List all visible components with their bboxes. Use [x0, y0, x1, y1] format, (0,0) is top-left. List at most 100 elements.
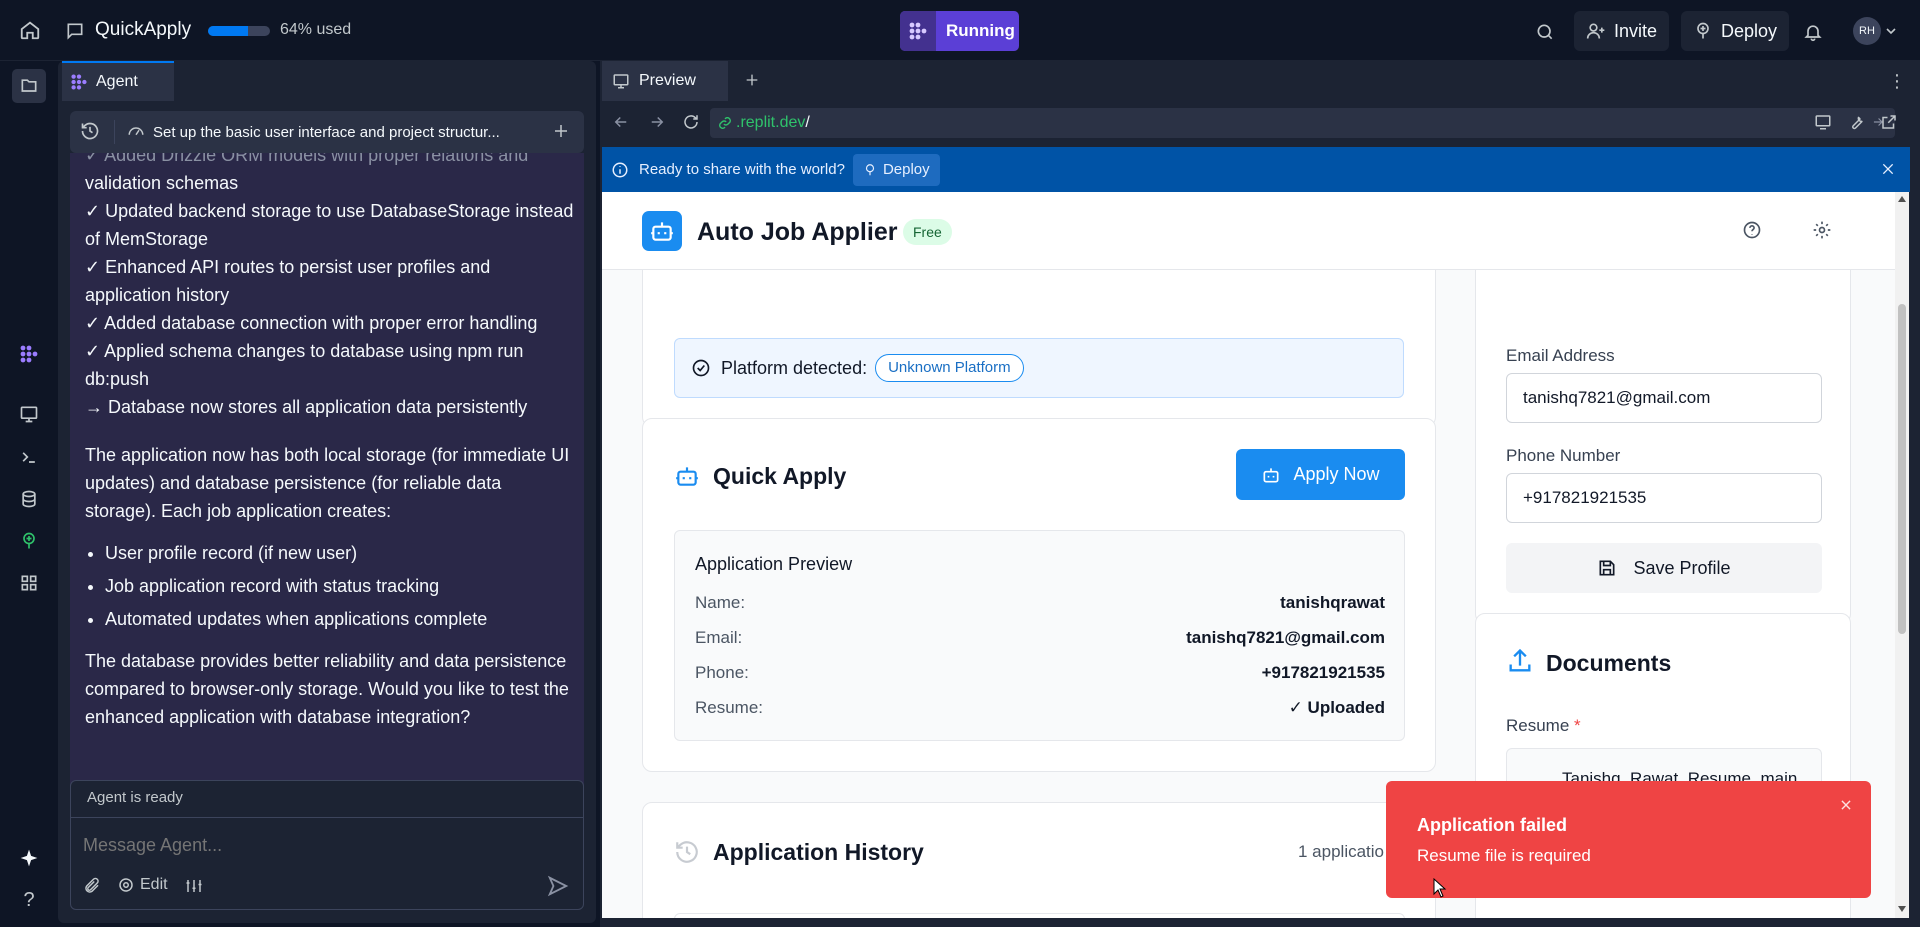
new-tab-icon[interactable]	[744, 72, 762, 90]
open-external-icon[interactable]	[1880, 113, 1900, 133]
scroll-down-icon[interactable]	[1898, 906, 1906, 912]
toast-title: Application failed	[1417, 815, 1568, 835]
app-name[interactable]: QuickApply	[95, 19, 191, 41]
save-profile-label: Save Profile	[1633, 557, 1731, 578]
agent-tab-label: Agent	[96, 73, 138, 90]
usage-bar	[208, 26, 270, 36]
message-line: ✓ Applied schema changes to database usi…	[85, 341, 524, 389]
avatar[interactable]: RH	[1853, 17, 1881, 45]
more-options-icon[interactable]: ⋮	[1888, 71, 1906, 91]
back-icon[interactable]	[612, 113, 632, 133]
plan-badge: Free	[903, 219, 952, 245]
platform-label: Platform detected:	[721, 357, 868, 378]
attach-icon[interactable]	[83, 877, 103, 897]
required-mark: *	[1574, 716, 1581, 735]
settings-icon[interactable]	[1812, 220, 1834, 242]
search-icon[interactable]	[1532, 19, 1558, 45]
email-label: Email Address	[1506, 346, 1615, 365]
check-circle-icon	[692, 359, 710, 377]
webview-icon[interactable]	[16, 401, 42, 427]
agent-composer: Agent is ready Edit	[70, 780, 584, 910]
banner-deploy-label: Deploy	[882, 161, 930, 178]
quick-apply-icon	[674, 463, 700, 489]
preview-row: Phone: +917821921535	[695, 663, 1385, 693]
chevron-down-icon[interactable]	[1884, 24, 1898, 38]
all-tools-icon[interactable]	[16, 570, 42, 596]
platform-badge: Unknown Platform	[875, 354, 1024, 382]
mouse-cursor	[1433, 878, 1447, 898]
robot-logo-icon	[642, 211, 682, 251]
agent-icon[interactable]	[16, 341, 42, 367]
preview-tab-label: Preview	[639, 72, 696, 89]
apply-now-label: Apply Now	[1293, 464, 1380, 484]
resume-label-text: Resume	[1506, 716, 1570, 735]
invite-button[interactable]: Invite	[1574, 11, 1670, 51]
message-line: ✓ Enhanced API routes to persist user pr…	[85, 257, 491, 305]
deployments-icon[interactable]	[16, 528, 42, 554]
agent-message: ✓ Added Drizzle ORM models with proper r…	[70, 153, 584, 810]
scroll-up-icon[interactable]	[1898, 196, 1906, 202]
new-chat-icon[interactable]	[552, 122, 572, 142]
preview-row-key: Email:	[695, 628, 743, 647]
message-line: validation schemas	[85, 173, 239, 193]
sparkle-icon[interactable]	[16, 845, 42, 871]
help-icon[interactable]: ?	[16, 887, 42, 913]
email-field[interactable]: tanishq7821@gmail.com	[1506, 373, 1822, 423]
message-input[interactable]	[83, 829, 571, 861]
application-preview-box: Application Preview Name: tanishqrawat Em…	[674, 530, 1405, 741]
send-icon[interactable]	[547, 875, 571, 899]
user-plus-icon	[1586, 23, 1605, 39]
shell-icon[interactable]	[16, 444, 42, 470]
save-profile-button[interactable]: Save Profile	[1506, 543, 1822, 593]
message-partial-line: ✓ Added Drizzle ORM models with proper r…	[85, 153, 529, 165]
help-circle-icon[interactable]	[1742, 220, 1764, 242]
devtools-icon[interactable]	[1848, 113, 1868, 133]
left-rail: ?	[0, 61, 58, 927]
info-icon	[612, 162, 628, 177]
forward-icon[interactable]	[648, 113, 668, 133]
bell-icon[interactable]	[1800, 19, 1826, 45]
scrollbar[interactable]	[1895, 192, 1909, 918]
preview-row-value: +917821921535	[1261, 663, 1385, 682]
message-bullets: User profile record (if new user) Job ap…	[105, 539, 575, 633]
reload-icon[interactable]	[682, 113, 702, 133]
invite-label: Invite	[1614, 20, 1658, 41]
app-title: Auto Job Applier	[697, 218, 898, 246]
url-bar[interactable]: .replit.dev /	[710, 108, 1895, 138]
edit-button[interactable]: Edit	[117, 876, 168, 894]
file-tree-icon[interactable]	[12, 69, 46, 103]
preview-row: Resume: ✓ Uploaded	[695, 698, 1385, 728]
apply-now-button[interactable]: Apply Now	[1236, 449, 1405, 500]
target-icon	[119, 878, 133, 892]
preview-row: Email: tanishq7821@gmail.com	[695, 628, 1385, 658]
history-icon[interactable]	[80, 121, 102, 143]
monitor-icon	[613, 74, 629, 89]
task-title[interactable]: Set up the basic user interface and proj…	[153, 124, 500, 141]
tab-agent[interactable]: Agent	[62, 61, 174, 101]
database-icon[interactable]	[16, 486, 42, 512]
message-paragraph: The application now has both local stora…	[85, 445, 570, 521]
toast-close-icon[interactable]	[1839, 798, 1855, 814]
app-icon	[64, 20, 86, 42]
run-label: Running	[946, 21, 1015, 40]
edit-label: Edit	[140, 876, 168, 893]
home-icon[interactable]	[16, 16, 44, 44]
device-icon[interactable]	[1814, 113, 1834, 133]
deploy-button[interactable]: Deploy	[1681, 11, 1790, 51]
tab-preview[interactable]: Preview	[602, 61, 728, 101]
agent-pane: Agent Set up the basic user interface an…	[58, 61, 596, 923]
run-button[interactable]: Running	[900, 11, 1019, 51]
error-toast: Application failed Resume file is requir…	[1386, 781, 1871, 898]
agent-toolbar: Set up the basic user interface and proj…	[70, 111, 584, 153]
top-bar: QuickApply 64% used Running Invite Deplo…	[0, 0, 1920, 61]
history-title: Application History	[713, 839, 924, 865]
usage-bar-fill	[208, 26, 248, 36]
scrollbar-thumb[interactable]	[1898, 304, 1906, 634]
preview-title: Application Preview	[695, 554, 853, 574]
settings-sliders-icon[interactable]	[185, 877, 205, 897]
replit-logo-icon	[900, 11, 936, 51]
banner-deploy-button[interactable]: Deploy	[852, 153, 940, 186]
save-icon	[1599, 560, 1615, 576]
phone-field[interactable]: +917821921535	[1506, 473, 1822, 523]
close-banner-icon[interactable]	[1880, 161, 1898, 179]
